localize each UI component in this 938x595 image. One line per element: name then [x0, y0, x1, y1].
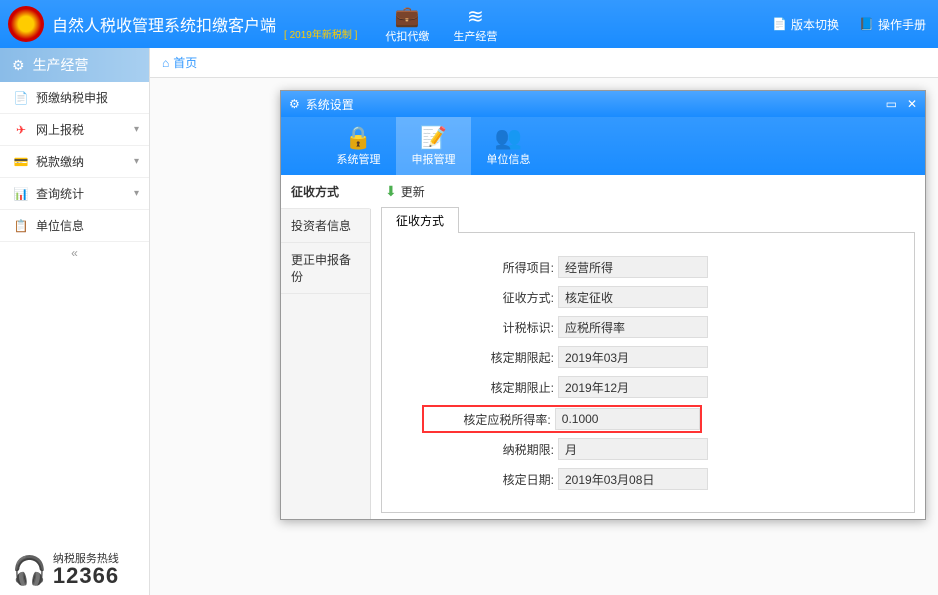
value-tax-period[interactable]: 月 — [558, 438, 708, 460]
value-income-item[interactable]: 经营所得 — [558, 256, 708, 278]
value-period-end[interactable]: 2019年12月 — [558, 376, 708, 398]
users-icon: 👥 — [495, 125, 522, 151]
value-taxable-rate[interactable]: 0.1000 — [555, 408, 700, 430]
gear-icon: ⚙ — [289, 97, 300, 111]
hotline: 🎧 纳税服务热线 12366 — [12, 554, 119, 587]
breadcrumb: ⌂ 首页 — [150, 48, 938, 78]
sidebar-item-label: 网上报税 — [36, 121, 84, 138]
tab-declare-manage[interactable]: 📝 申报管理 — [396, 117, 471, 175]
highlighted-row: 核定应税所得率: 0.1000 — [422, 405, 702, 433]
modal-titlebar[interactable]: ⚙ 系统设置 ▭ ✕ — [281, 91, 925, 117]
modal-sidebar: 征收方式 投资者信息 更正申报备份 — [281, 175, 371, 519]
sidebar-title: 生产经营 — [33, 55, 89, 75]
close-icon[interactable]: ✕ — [907, 97, 917, 111]
modal-tabs: 🔒 系统管理 📝 申报管理 👥 单位信息 — [281, 117, 925, 175]
form-icon: 📋 — [12, 219, 30, 233]
header-withholding-label: 代扣代缴 — [385, 28, 429, 44]
headset-icon: 🎧 — [12, 554, 47, 587]
update-label: 更新 — [401, 183, 425, 200]
wallet-icon: 💼 — [395, 4, 420, 26]
chevron-down-icon: ▾ — [134, 124, 139, 135]
app-header: 自然人税收管理系统扣缴客户端 [ 2019年新税制 ] 💼 代扣代缴 ≋ 生产经… — [0, 0, 938, 48]
tab-system-manage[interactable]: 🔒 系统管理 — [321, 117, 396, 175]
maximize-icon[interactable]: ▭ — [886, 97, 897, 111]
label-taxable-rate: 核定应税所得率: — [462, 411, 555, 428]
chevron-down-icon: ▾ — [134, 156, 139, 167]
value-tax-flag[interactable]: 应税所得率 — [558, 316, 708, 338]
version-switch[interactable]: 📄 版本切换 — [772, 16, 839, 33]
collapse-icon: « — [71, 246, 78, 260]
card-icon: 💳 — [12, 155, 30, 169]
manual-label: 操作手册 — [878, 16, 926, 33]
modal-side-correction[interactable]: 更正申报备份 — [281, 243, 370, 294]
modal-side-investor[interactable]: 投资者信息 — [281, 209, 370, 243]
list-icon: 📊 — [12, 187, 30, 201]
tab-label: 系统管理 — [337, 151, 381, 167]
sidebar-item-prepay[interactable]: 📄 预缴纳税申报 — [0, 82, 149, 114]
chevron-down-icon: ▾ — [134, 188, 139, 199]
header-production-label: 生产经营 — [453, 28, 497, 44]
sidebar-item-label: 查询统计 — [36, 185, 84, 202]
sidebar-collapse[interactable]: « — [0, 242, 149, 264]
modal-side-collection[interactable]: 征收方式 — [281, 175, 371, 209]
sidebar-item-label: 单位信息 — [36, 217, 84, 234]
modal-content: ⬇ 更新 征收方式 所得项目: 经营所得 征收方式: 核定征收 — [371, 175, 925, 519]
home-icon: ⌂ — [162, 56, 169, 70]
form-panel: 所得项目: 经营所得 征收方式: 核定征收 计税标识: 应税所得率 核定期限起:… — [381, 232, 915, 513]
coins-icon: ≋ — [467, 4, 484, 26]
label-period-end: 核定期限止: — [462, 379, 558, 396]
doc-icon: 📄 — [772, 17, 787, 31]
sidebar-item-label: 预缴纳税申报 — [36, 89, 108, 106]
app-logo — [8, 6, 44, 42]
sidebar-item-label: 税款缴纳 — [36, 153, 84, 170]
hotline-number: 12366 — [53, 565, 119, 587]
label-tax-flag: 计税标识: — [462, 319, 558, 336]
download-icon: ⬇ — [385, 183, 397, 200]
breadcrumb-home[interactable]: 首页 — [173, 54, 197, 71]
tab-unit-info[interactable]: 👥 单位信息 — [471, 117, 546, 175]
header-production[interactable]: ≋ 生产经营 — [453, 4, 497, 44]
header-withholding[interactable]: 💼 代扣代缴 — [385, 4, 429, 44]
app-subtitle: [ 2019年新税制 ] — [284, 26, 357, 41]
send-icon: ✈ — [12, 123, 30, 137]
tab-label: 申报管理 — [412, 151, 456, 167]
manual[interactable]: 📘 操作手册 — [859, 16, 926, 33]
settings-modal: ⚙ 系统设置 ▭ ✕ 🔒 系统管理 📝 申报管理 👥 单位信息 征收方式 投资者… — [280, 90, 926, 520]
value-approve-date[interactable]: 2019年03月08日 — [558, 468, 708, 490]
label-tax-period: 纳税期限: — [462, 441, 558, 458]
app-title: 自然人税收管理系统扣缴客户端 — [52, 12, 276, 36]
inner-tab-collection[interactable]: 征收方式 — [381, 207, 459, 233]
sidebar-item-query[interactable]: 📊 查询统计 ▾ — [0, 178, 149, 210]
modal-title: 系统设置 — [306, 96, 354, 113]
label-collection-method: 征收方式: — [462, 289, 558, 306]
gear-icon: ⚙ — [12, 57, 25, 74]
sidebar-item-tax-pay[interactable]: 💳 税款缴纳 ▾ — [0, 146, 149, 178]
label-approve-date: 核定日期: — [462, 471, 558, 488]
value-collection-method[interactable]: 核定征收 — [558, 286, 708, 308]
sidebar-item-unit-info[interactable]: 📋 单位信息 — [0, 210, 149, 242]
sidebar-item-online-tax[interactable]: ✈ 网上报税 ▾ — [0, 114, 149, 146]
version-switch-label: 版本切换 — [791, 16, 839, 33]
sidebar-header: ⚙ 生产经营 — [0, 48, 149, 82]
label-period-start: 核定期限起: — [462, 349, 558, 366]
edit-doc-icon: 📝 — [420, 125, 447, 151]
value-period-start[interactable]: 2019年03月 — [558, 346, 708, 368]
update-button[interactable]: ⬇ 更新 — [381, 181, 915, 206]
tab-label: 单位信息 — [487, 151, 531, 167]
sidebar: ⚙ 生产经营 📄 预缴纳税申报 ✈ 网上报税 ▾ 💳 税款缴纳 ▾ 📊 查询统计… — [0, 48, 150, 595]
label-income-item: 所得项目: — [462, 259, 558, 276]
doc-icon: 📄 — [12, 91, 30, 105]
book-icon: 📘 — [859, 17, 874, 31]
lock-icon: 🔒 — [345, 125, 372, 151]
